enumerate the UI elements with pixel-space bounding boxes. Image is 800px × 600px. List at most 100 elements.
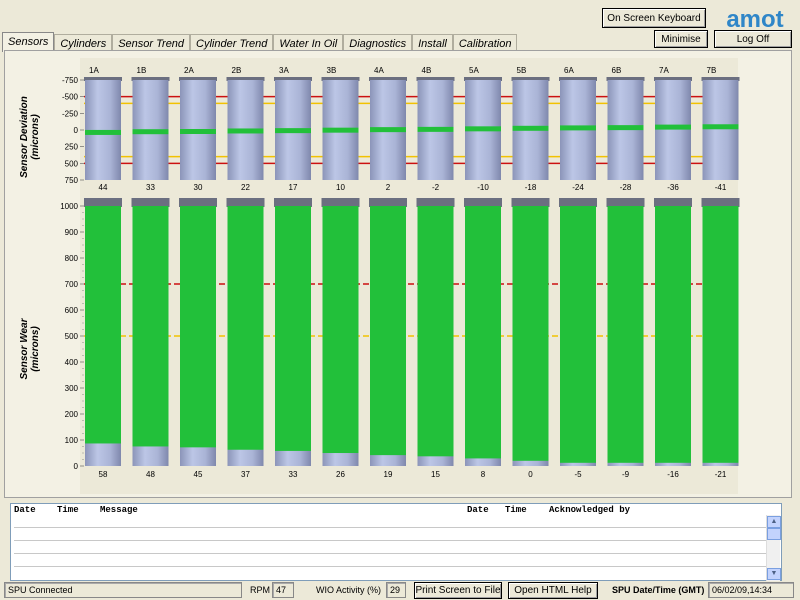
sensor-value-label: 44 — [99, 183, 108, 192]
wear-indicator — [227, 206, 264, 450]
rpm-value: 47 — [272, 582, 294, 598]
y-tick-label: -250 — [62, 109, 79, 118]
sensor-value-label: 37 — [241, 470, 250, 479]
open-help-button[interactable]: Open HTML Help — [508, 582, 598, 599]
sensor-value-label: -18 — [525, 183, 537, 192]
wear-indicator — [512, 206, 549, 461]
ack-time-header: Time — [505, 505, 527, 515]
sensor-value-label: 15 — [431, 470, 440, 479]
sensor-value-label: 19 — [384, 470, 393, 479]
y-tick-label: 250 — [65, 143, 79, 152]
sensor-label: 1B — [137, 66, 147, 75]
rpm-label: RPM — [250, 585, 270, 595]
deviation-indicator — [655, 124, 691, 130]
scroll-thumb[interactable] — [767, 528, 781, 540]
datetime-value: 06/02/09,14:34 — [708, 582, 794, 598]
connection-status: SPU Connected — [4, 582, 242, 598]
sensor-label: 3A — [279, 66, 289, 75]
y-tick-label: 750 — [65, 176, 79, 185]
sensor-value-label: -9 — [622, 470, 630, 479]
wear-indicator — [322, 206, 359, 454]
sensor-label: 4A — [374, 66, 384, 75]
sensor-value-label: 48 — [146, 470, 155, 479]
cylinder-cap — [131, 198, 170, 207]
wear-indicator — [465, 206, 501, 459]
deviation-indicator — [417, 126, 454, 132]
y-tick-label: 500 — [65, 332, 79, 341]
sensor-value-label: 33 — [146, 183, 155, 192]
sensor-value-label: -2 — [432, 183, 440, 192]
sensor-value-label: 30 — [194, 183, 203, 192]
sensor-label: 5B — [517, 66, 527, 75]
sensor-label: 6A — [564, 66, 574, 75]
deviation-indicator — [512, 125, 549, 131]
wear-indicator — [180, 206, 216, 448]
cylinder-cap — [416, 198, 455, 207]
sensor-value-label: 2 — [386, 183, 391, 192]
deviation-indicator — [560, 125, 596, 131]
sensor-value-label: -10 — [477, 183, 489, 192]
deviation-indicator — [607, 125, 644, 131]
deviation-indicator — [227, 128, 264, 134]
deviation-indicator — [132, 129, 169, 135]
sensor-label: 6B — [612, 66, 622, 75]
message-row[interactable] — [14, 528, 766, 541]
wear-indicator — [132, 206, 169, 447]
sensor-label: 1A — [89, 66, 99, 75]
message-row[interactable] — [14, 515, 766, 528]
sensor-charts: 7505002500-250-500-7501A441B332A302B223A… — [60, 66, 740, 479]
message-scrollbar[interactable]: ▲ ▼ — [766, 515, 781, 581]
sensor-value-label: 33 — [289, 470, 298, 479]
y-tick-label: -500 — [62, 93, 79, 102]
message-row[interactable] — [14, 541, 766, 554]
wio-label: WIO Activity (%) — [316, 585, 381, 595]
print-screen-button[interactable]: Print Screen to File — [414, 582, 502, 599]
cylinder-cap — [84, 198, 122, 207]
cylinder-cap — [226, 198, 265, 207]
y-tick-label: 400 — [65, 358, 79, 367]
sensor-value-label: 58 — [99, 470, 108, 479]
scroll-up-arrow-icon[interactable]: ▲ — [767, 516, 781, 528]
cylinder-cap — [606, 198, 645, 207]
sensor-value-label: -36 — [667, 183, 679, 192]
y-tick-label: 200 — [65, 410, 79, 419]
message-rows — [14, 515, 766, 567]
wear-indicator — [417, 206, 454, 457]
sensor-label: 4B — [422, 66, 432, 75]
cylinder-cap — [701, 198, 740, 207]
deviation-indicator — [370, 127, 406, 133]
deviation-indicator — [702, 124, 739, 130]
sensor-value-label: 0 — [528, 470, 533, 479]
y-tick-label: 900 — [65, 228, 79, 237]
message-row[interactable] — [14, 554, 766, 567]
sensor-value-label: 10 — [336, 183, 345, 192]
sensor-label: 7B — [707, 66, 717, 75]
deviation-indicator — [322, 127, 359, 133]
msg-time-header: Time — [57, 505, 79, 515]
wear-indicator — [702, 206, 739, 463]
msg-date-header: Date — [14, 505, 36, 515]
wear-indicator — [655, 206, 691, 463]
y-tick-label: 0 — [74, 126, 79, 135]
scroll-down-arrow-icon[interactable]: ▼ — [767, 568, 781, 580]
y-tick-label: 500 — [65, 159, 79, 168]
wear-indicator — [275, 206, 311, 451]
sensor-label: 2B — [232, 66, 242, 75]
sensor-value-label: -24 — [572, 183, 584, 192]
deviation-indicator — [180, 129, 216, 134]
wear-indicator — [607, 206, 644, 463]
cylinder-cap — [464, 198, 502, 207]
sensor-value-label: 45 — [194, 470, 203, 479]
ack-by-header: Acknowledged by — [549, 505, 631, 515]
wear-indicator — [370, 206, 406, 456]
sensor-value-label: 22 — [241, 183, 250, 192]
sensor-label: 2A — [184, 66, 194, 75]
sensor-value-label: -21 — [715, 470, 727, 479]
wear-indicator — [85, 206, 121, 444]
deviation-indicator — [275, 128, 311, 134]
sensor-label: 3B — [327, 66, 337, 75]
y-tick-label: 800 — [65, 254, 79, 263]
cylinder-cap — [511, 198, 550, 207]
cylinder-cap — [179, 198, 217, 207]
cylinder-cap — [654, 198, 692, 207]
